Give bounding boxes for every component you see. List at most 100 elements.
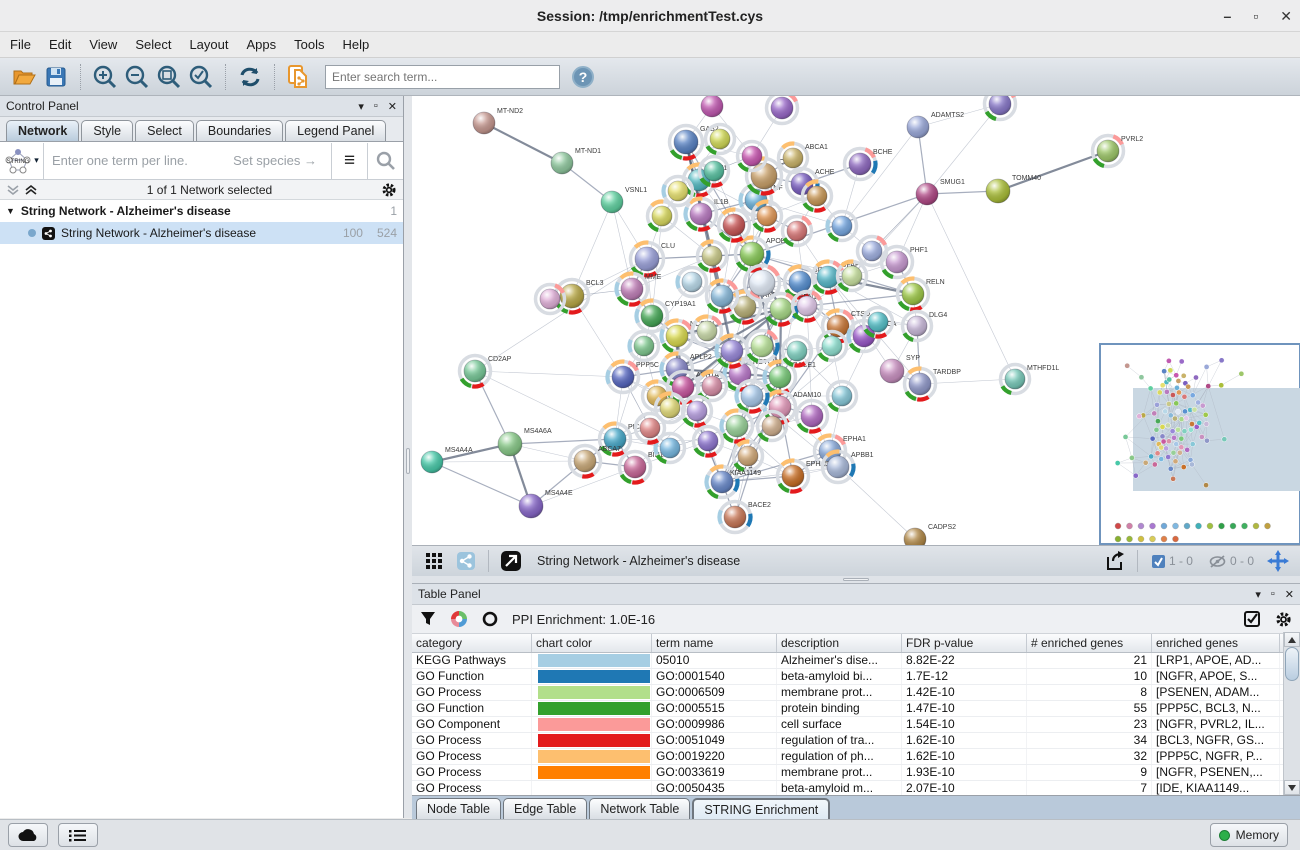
column-header-term-name[interactable]: term name <box>652 634 777 652</box>
node-bche[interactable]: BCHE <box>845 149 893 180</box>
node[interactable] <box>828 212 857 241</box>
node[interactable] <box>864 308 893 337</box>
node[interactable] <box>738 142 767 171</box>
node-phf1[interactable]: PHF1 <box>882 247 929 278</box>
help-icon[interactable]: ? <box>572 66 594 88</box>
node[interactable] <box>734 442 763 471</box>
string-search-icon[interactable] <box>367 143 403 179</box>
node[interactable] <box>701 96 723 117</box>
network-canvas[interactable]: MT-ND2MT-ND1VSNL1GAB2IRS1IL1BTNFCHATABCA… <box>412 96 1300 545</box>
column-header--enriched-genes[interactable]: # enriched genes <box>1027 634 1152 652</box>
birds-eye-view[interactable] <box>1100 344 1300 544</box>
memory-button[interactable]: Memory <box>1210 823 1288 847</box>
node[interactable] <box>693 317 722 346</box>
node[interactable] <box>767 96 798 124</box>
string-term-input[interactable]: Enter one term per line. <box>44 153 233 168</box>
menu-view[interactable]: View <box>89 37 117 52</box>
copy-network-icon[interactable] <box>283 62 315 92</box>
tab-style[interactable]: Style <box>81 120 133 141</box>
zoom-in-icon[interactable] <box>89 62 121 92</box>
node[interactable] <box>818 332 847 361</box>
node-mt-nd1[interactable]: MT-ND1 <box>551 148 601 174</box>
node-cadps2[interactable]: CADPS2 <box>904 524 956 545</box>
search-input[interactable] <box>325 65 560 89</box>
node-reln[interactable]: RELN <box>898 279 945 310</box>
open-session-button[interactable] <box>8 62 40 92</box>
node[interactable] <box>698 242 727 271</box>
node[interactable] <box>797 401 828 432</box>
close-button[interactable]: ✕ <box>1280 8 1292 25</box>
node-cd2ap[interactable]: CD2AP <box>460 356 512 387</box>
save-session-button[interactable] <box>40 62 72 92</box>
node[interactable] <box>747 331 778 362</box>
menu-apps[interactable]: Apps <box>247 37 277 52</box>
tab-network[interactable]: Network <box>6 120 79 141</box>
column-header-fdr-p-value[interactable]: FDR p-value <box>902 634 1027 652</box>
pan-compass-icon[interactable] <box>1262 546 1294 576</box>
table-scrollbar[interactable] <box>1283 632 1300 795</box>
column-header-category[interactable]: category <box>412 634 532 652</box>
ring-chart-icon[interactable] <box>482 611 498 627</box>
table-row[interactable]: GO ProcessGO:0019220regulation of ph...1… <box>412 749 1300 765</box>
expander-icon[interactable]: ▼ <box>6 206 15 216</box>
vertical-splitter[interactable] <box>404 96 412 818</box>
gear-icon[interactable] <box>1275 611 1292 628</box>
node-clu[interactable]: CLU <box>631 243 676 276</box>
export-network-icon[interactable] <box>1099 546 1131 576</box>
node[interactable] <box>753 202 782 231</box>
table-row[interactable]: GO ProcessGO:0051049regulation of tra...… <box>412 733 1300 749</box>
node[interactable] <box>664 177 693 206</box>
node-pvrl2[interactable]: PVRL2 <box>1093 136 1144 167</box>
menu-select[interactable]: Select <box>135 37 171 52</box>
minimize-button[interactable]: – <box>1224 8 1232 24</box>
panel-float-icon[interactable]: ▫ <box>1271 588 1275 600</box>
panel-float-icon[interactable]: ▫ <box>374 100 378 112</box>
zoom-selected-icon[interactable] <box>185 62 217 92</box>
node[interactable] <box>722 411 753 442</box>
node-adamts2[interactable]: ADAMTS2 <box>907 112 964 138</box>
node[interactable] <box>838 262 867 291</box>
table-row[interactable]: GO FunctionGO:0005515protein binding1.47… <box>412 701 1300 717</box>
zoom-fit-icon[interactable] <box>153 62 185 92</box>
node[interactable] <box>793 292 822 321</box>
column-header-chart-color[interactable]: chart color <box>532 634 652 652</box>
tab-network-table[interactable]: Network Table <box>589 798 690 819</box>
column-header-enriched-genes[interactable]: enriched genes <box>1152 634 1280 652</box>
zoom-out-icon[interactable] <box>121 62 153 92</box>
node[interactable] <box>745 266 780 301</box>
node[interactable] <box>783 337 812 366</box>
table-row[interactable]: KEGG Pathways05010Alzheimer's dise...8.8… <box>412 653 1300 669</box>
tab-boundaries[interactable]: Boundaries <box>196 120 283 141</box>
table-row[interactable]: GO ProcessGO:0006509membrane prot...1.42… <box>412 685 1300 701</box>
node-tomm40[interactable]: TOMM40 <box>986 175 1041 203</box>
menu-help[interactable]: Help <box>343 37 370 52</box>
refresh-icon[interactable] <box>234 62 266 92</box>
node[interactable] <box>783 217 812 246</box>
tab-string-enrichment[interactable]: STRING Enrichment <box>692 798 830 819</box>
node[interactable] <box>700 157 729 186</box>
network-tree-row[interactable]: ▼String Network - Alzheimer's disease1 <box>0 200 403 222</box>
menu-file[interactable]: File <box>10 37 31 52</box>
network-nodes[interactable]: MT-ND2MT-ND1VSNL1GAB2IRS1IL1BTNFCHATABCA… <box>421 96 1143 545</box>
task-list-button[interactable] <box>58 823 98 847</box>
node-tardbp[interactable]: TARDBP <box>905 369 962 400</box>
string-logo-dropdown[interactable]: STRING ▾ <box>0 143 44 179</box>
expand-all-icon[interactable] <box>24 184 38 196</box>
menu-layout[interactable]: Layout <box>189 37 228 52</box>
table-row[interactable]: GO FunctionGO:0001540beta-amyloid bi...1… <box>412 669 1300 685</box>
string-options-icon[interactable]: ≡ <box>331 143 367 179</box>
column-header-description[interactable]: description <box>777 634 902 652</box>
open-in-browser-icon[interactable] <box>495 546 527 576</box>
node[interactable] <box>694 427 723 456</box>
node[interactable] <box>536 285 565 314</box>
node[interactable] <box>803 182 832 211</box>
node[interactable] <box>717 336 748 367</box>
node-vsnl1[interactable]: VSNL1 <box>601 187 647 213</box>
tab-select[interactable]: Select <box>135 120 194 141</box>
panel-close-icon[interactable]: ✕ <box>1285 588 1294 601</box>
cloud-button[interactable] <box>8 823 48 847</box>
menu-edit[interactable]: Edit <box>49 37 71 52</box>
node[interactable] <box>828 382 857 411</box>
node[interactable] <box>737 381 768 412</box>
node-smug1[interactable]: SMUG1 <box>916 179 965 205</box>
